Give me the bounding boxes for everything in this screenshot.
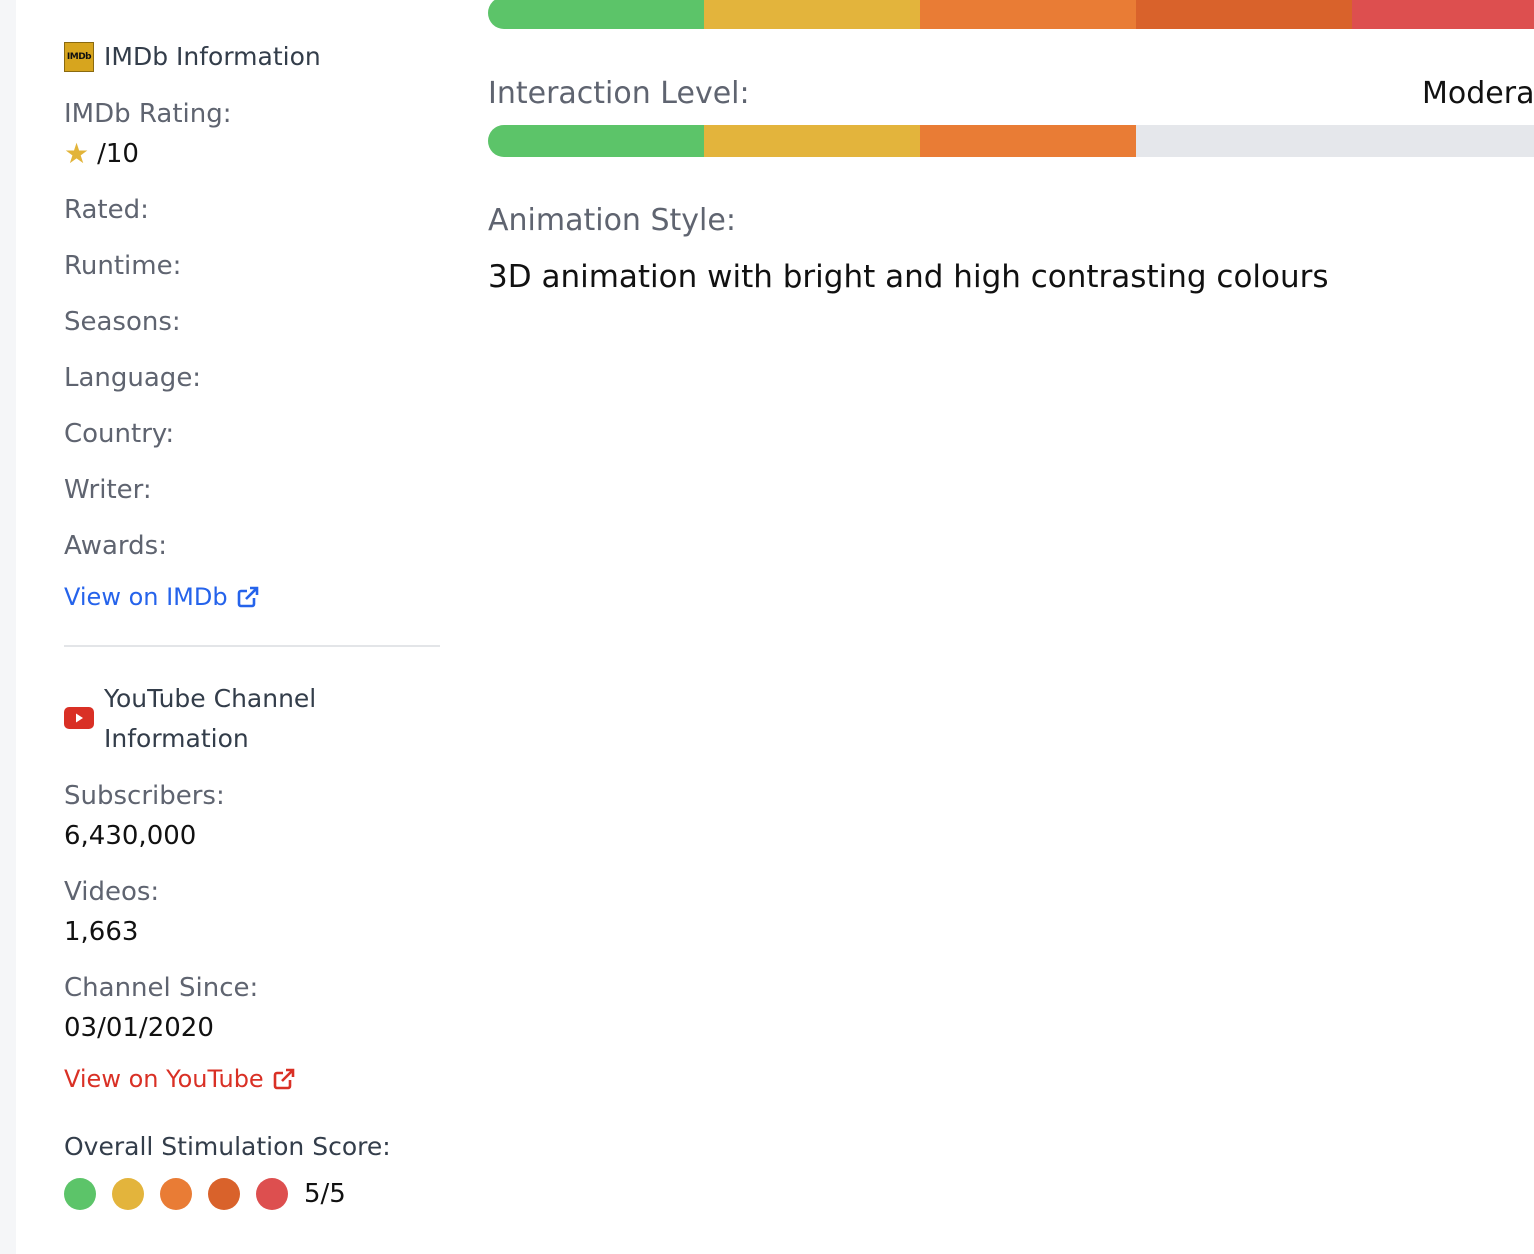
imdb-rating-label: IMDb Rating: [64, 99, 232, 129]
youtube-icon [64, 707, 94, 729]
imdb-section-title: IMDb Information [104, 42, 321, 71]
level-bar-segment [704, 125, 920, 157]
level-bar-segment [488, 0, 704, 29]
level-bar-segment [1136, 0, 1352, 29]
seasons-label: Seasons: [64, 307, 181, 337]
rated-label: Rated: [64, 195, 149, 225]
view-on-youtube-label: View on YouTube [64, 1065, 264, 1093]
section-divider [64, 645, 440, 647]
language-label: Language: [64, 363, 202, 393]
youtube-section-title: YouTube Channel Information [104, 679, 316, 759]
external-link-icon [273, 1068, 295, 1090]
view-on-youtube-link[interactable]: View on YouTube [64, 1062, 296, 1096]
interaction-level-label: Interaction Level: [488, 76, 750, 111]
view-on-imdb-label: View on IMDb [64, 583, 228, 611]
writer-label: Writer: [64, 475, 152, 505]
youtube-title-line1: YouTube Channel [104, 684, 317, 713]
view-on-imdb-link[interactable]: View on IMDb [64, 580, 260, 614]
level-bar-segment [920, 0, 1136, 29]
imdb-rating-text: /10 [97, 139, 139, 169]
youtube-section-header: YouTube Channel Information [64, 679, 316, 759]
stimulation-score-value: 5/5 [304, 1179, 346, 1209]
interaction-level-bar [488, 125, 1534, 157]
videos-value: 1,663 [64, 917, 139, 947]
runtime-label: Runtime: [64, 251, 182, 281]
stimulation-score-dots: 5/5 [64, 1178, 346, 1210]
main-content: Interaction Level: Modera Animation Styl… [464, 0, 1534, 1254]
top-level-bar [488, 0, 1534, 29]
awards-label: Awards: [64, 531, 167, 561]
level-bar-segment [920, 125, 1136, 157]
animation-style-label: Animation Style: [488, 203, 736, 238]
youtube-title-line2: Information [104, 724, 249, 753]
level-bar-segment [1352, 0, 1534, 29]
level-bar-segment [1352, 125, 1534, 157]
level-bar-segment [1136, 125, 1352, 157]
imdb-rating-value: ★ /10 [64, 136, 139, 172]
country-label: Country: [64, 419, 175, 449]
sidebar: IMDb IMDb Information IMDb Rating: ★ /10… [16, 0, 464, 1254]
imdb-logo-icon: IMDb [64, 42, 94, 72]
imdb-section-header: IMDb IMDb Information [64, 37, 321, 77]
stimulation-score-title: Overall Stimulation Score: [64, 1132, 391, 1161]
star-icon: ★ [64, 137, 90, 170]
subscribers-label: Subscribers: [64, 781, 225, 811]
subscribers-value: 6,430,000 [64, 821, 197, 851]
level-bar-segment [704, 0, 920, 29]
level-bar-segment [488, 125, 704, 157]
channel-since-label: Channel Since: [64, 973, 259, 1003]
animation-style-value: 3D animation with bright and high contra… [488, 259, 1329, 295]
score-dot [160, 1178, 192, 1210]
external-link-icon [237, 586, 258, 608]
channel-since-value: 03/01/2020 [64, 1013, 214, 1043]
videos-label: Videos: [64, 877, 160, 907]
score-dot [112, 1178, 144, 1210]
interaction-level-value: Modera [1422, 76, 1534, 111]
score-dot [256, 1178, 288, 1210]
score-dot [208, 1178, 240, 1210]
score-dot [64, 1178, 96, 1210]
